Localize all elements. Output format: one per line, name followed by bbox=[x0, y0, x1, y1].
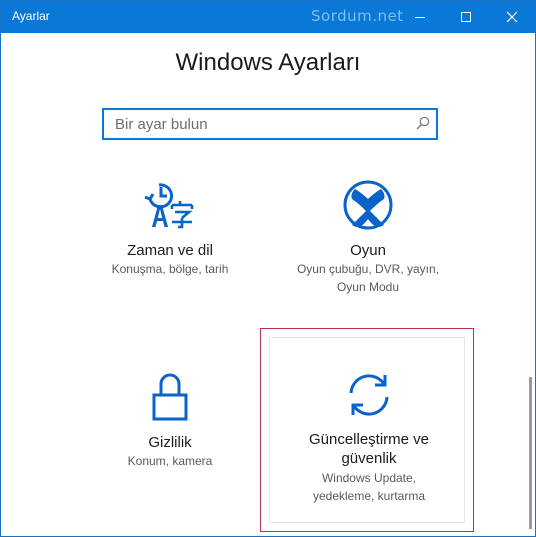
window-title: Ayarlar bbox=[12, 9, 50, 23]
close-button[interactable] bbox=[489, 1, 535, 33]
minimize-icon bbox=[415, 17, 425, 18]
tile-description-line: Oyun çubuğu, DVR, yayın, bbox=[296, 262, 440, 276]
minimize-button[interactable] bbox=[397, 1, 443, 33]
search-box[interactable] bbox=[102, 108, 438, 140]
tile-title-line: Güncelleştirme ve bbox=[308, 431, 430, 448]
maximize-button[interactable] bbox=[443, 1, 489, 33]
tile-title: Oyun bbox=[350, 242, 386, 259]
close-icon bbox=[506, 11, 518, 23]
tile-privacy[interactable]: Gizlilik Konum, kamera bbox=[85, 369, 255, 470]
time-language-icon bbox=[144, 183, 194, 229]
sync-icon bbox=[349, 374, 389, 416]
tile-description-line: yedekleme, kurtarma bbox=[312, 489, 426, 503]
tile-description: Konuşma, bölge, tarih bbox=[111, 262, 229, 276]
tile-time-language[interactable]: Zaman ve dil Konuşma, bölge, tarih bbox=[85, 177, 255, 278]
tile-title-line: güvenlik bbox=[341, 450, 397, 467]
tile-gaming[interactable]: Oyun Oyun çubuğu, DVR, yayın, Oyun Modu bbox=[283, 177, 453, 296]
search-input[interactable] bbox=[104, 110, 415, 138]
search-icon[interactable] bbox=[416, 116, 430, 130]
watermark: Sordum.net bbox=[311, 7, 404, 25]
maximize-icon bbox=[461, 12, 471, 22]
tile-description-line: Oyun Modu bbox=[336, 280, 400, 294]
lock-icon bbox=[152, 373, 188, 421]
tile-description-line: Windows Update, bbox=[321, 471, 417, 485]
title-bar[interactable]: Ayarlar Sordum.net bbox=[1, 1, 535, 33]
scrollbar-thumb[interactable] bbox=[529, 377, 532, 529]
page-title: Windows Ayarları bbox=[175, 49, 361, 76]
tile-update-security[interactable]: Güncelleştirme ve güvenlik Windows Updat… bbox=[271, 367, 467, 505]
xbox-icon bbox=[343, 180, 393, 230]
tile-title: Gizlilik bbox=[148, 434, 192, 451]
tile-title: Zaman ve dil bbox=[127, 242, 213, 259]
settings-window: Ayarlar Sordum.net Windows Ayarları Bir … bbox=[0, 0, 536, 537]
tile-description: Konum, kamera bbox=[127, 454, 213, 468]
